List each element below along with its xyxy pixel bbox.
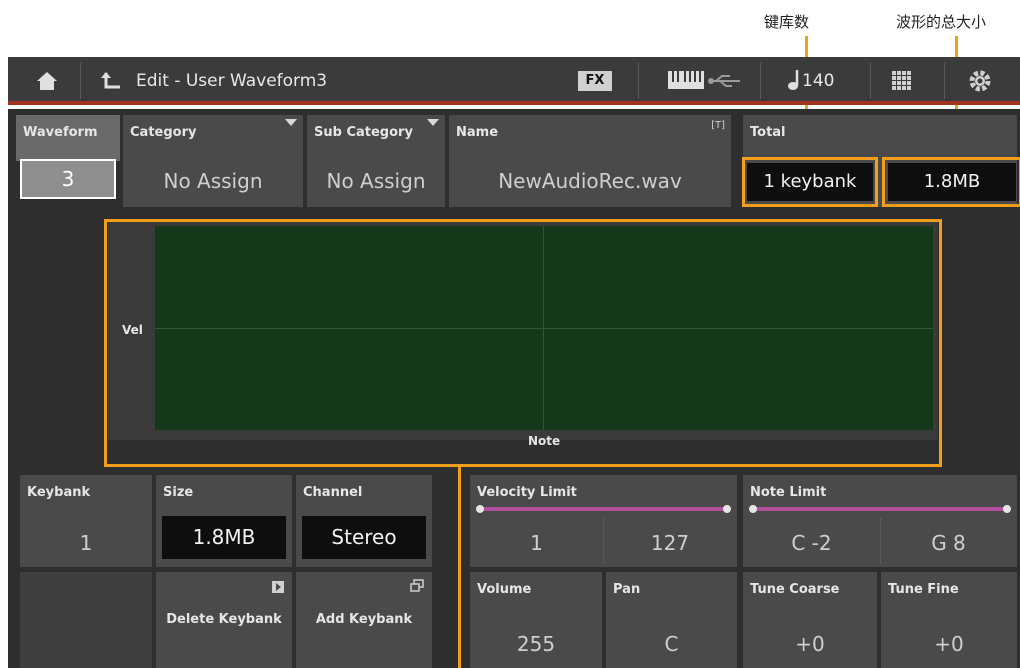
window-icon xyxy=(410,577,424,596)
page-title: Edit - User Waveform3 xyxy=(136,71,328,91)
category-value: No Assign xyxy=(163,169,263,193)
name-label: Name xyxy=(456,125,499,140)
annotation-keybank-count: 键库数 xyxy=(764,13,810,31)
top-bar: Edit - User Waveform3 FX 140 xyxy=(8,57,1020,105)
note-low-handle[interactable] xyxy=(749,505,757,513)
velocity-range-slider[interactable] xyxy=(476,505,731,513)
note-high-value: G 8 xyxy=(931,531,966,555)
edit-screen: Waveform 3 Category No Assign Sub Catego… xyxy=(8,109,1020,668)
name-value: NewAudioRec.wav xyxy=(498,169,682,193)
total-size-highlight xyxy=(882,157,1020,207)
sub-category-label: Sub Category xyxy=(314,125,413,140)
sub-category-value: No Assign xyxy=(326,169,426,193)
pan-value: C xyxy=(664,632,679,656)
waveform-number[interactable]: 3 xyxy=(20,159,116,199)
fx-badge[interactable]: FX xyxy=(578,71,612,91)
note-limit-label: Note Limit xyxy=(750,485,827,500)
empty-cell xyxy=(20,572,152,668)
annotation-total-size: 波形的总大小 xyxy=(896,13,987,31)
usb-icon xyxy=(708,73,742,93)
volume-value: 255 xyxy=(516,632,556,656)
channel-value: Stereo xyxy=(302,516,426,559)
tune-fine-label: Tune Fine xyxy=(888,582,959,597)
velocity-low-value: 1 xyxy=(530,531,543,555)
note-high-handle[interactable] xyxy=(1003,505,1011,513)
keybank-map-highlight xyxy=(104,219,942,467)
keybank-value: 1 xyxy=(79,531,93,555)
play-icon xyxy=(272,578,284,597)
tune-coarse-label: Tune Coarse xyxy=(750,582,840,597)
sub-category-field[interactable]: Sub Category No Assign xyxy=(307,115,445,207)
keybank-label: Keybank xyxy=(27,485,91,500)
gear-icon[interactable] xyxy=(968,69,992,97)
tune-coarse-value: +0 xyxy=(795,632,825,656)
category-label: Category xyxy=(130,125,197,140)
tune-fine-field[interactable]: Tune Fine +0 xyxy=(881,572,1017,668)
velocity-limit-label: Velocity Limit xyxy=(477,485,577,500)
note-icon xyxy=(788,69,802,95)
waveform-label: Waveform xyxy=(23,125,98,140)
note-limit-field[interactable]: Note Limit C -2 G 8 xyxy=(743,475,1017,567)
delete-keybank-label: Delete Keybank xyxy=(166,612,282,627)
volume-field[interactable]: Volume 255 xyxy=(470,572,602,668)
velocity-limit-field[interactable]: Velocity Limit 1 127 xyxy=(470,475,737,567)
keyboard-icon xyxy=(668,71,704,93)
category-dropdown-icon xyxy=(285,119,297,126)
size-value: 1.8MB xyxy=(162,516,286,559)
add-keybank-label: Add Keybank xyxy=(315,612,413,627)
add-keybank-button[interactable]: Add Keybank xyxy=(296,572,432,668)
keybank-count-highlight xyxy=(742,157,878,207)
category-field[interactable]: Category No Assign xyxy=(123,115,303,207)
velocity-high-handle[interactable] xyxy=(723,505,731,513)
name-field[interactable]: Name [T] NewAudioRec.wav xyxy=(449,115,731,207)
home-icon[interactable] xyxy=(36,71,58,95)
note-low-value: C -2 xyxy=(791,531,832,555)
pan-field[interactable]: Pan C xyxy=(606,572,737,668)
pan-label: Pan xyxy=(613,582,641,597)
velocity-high-value: 127 xyxy=(650,531,690,555)
tempo-value[interactable]: 140 xyxy=(802,71,834,91)
tune-coarse-field[interactable]: Tune Coarse +0 xyxy=(743,572,877,668)
note-range-slider[interactable] xyxy=(749,505,1011,513)
channel-label: Channel xyxy=(303,485,363,500)
volume-label: Volume xyxy=(477,582,532,597)
grid-icon[interactable] xyxy=(892,71,912,95)
keybank-field[interactable]: Keybank 1 xyxy=(20,475,152,567)
back-icon[interactable] xyxy=(100,71,122,95)
tune-fine-value: +0 xyxy=(934,632,964,656)
velocity-low-handle[interactable] xyxy=(476,505,484,513)
waveform-header: Waveform xyxy=(16,115,120,161)
total-label: Total xyxy=(750,125,786,140)
delete-keybank-button[interactable]: Delete Keybank xyxy=(156,572,292,668)
sub-category-dropdown-icon xyxy=(427,119,439,126)
text-input-tag: [T] xyxy=(711,120,725,131)
size-label: Size xyxy=(163,485,194,500)
keybank-map-pointer-line xyxy=(458,467,461,668)
